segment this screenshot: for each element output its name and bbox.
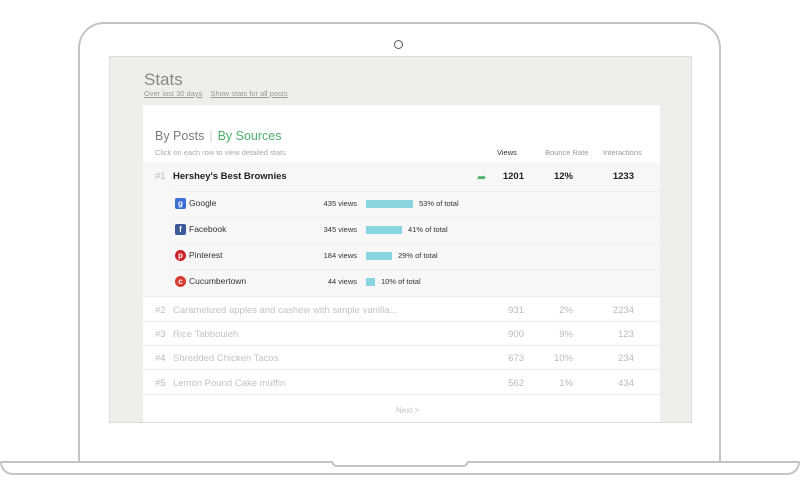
row-bounce: 2% [559,305,573,316]
cucumbertown-icon: c [175,276,186,287]
row-title[interactable]: Lemon Pound Cake muffin [173,378,285,389]
row-bounce: 12% [553,171,573,182]
row-interactions: 2234 [612,305,634,316]
source-row-cucumbertown[interactable]: c Cucumbertown 44 views 10% of total [173,269,660,296]
google-icon: g [175,198,186,209]
source-share-bar [366,278,375,286]
divider [143,394,660,395]
source-share-bar [366,252,392,260]
facebook-icon: f [175,224,186,235]
row-rank: #3 [155,329,166,340]
all-stats-link[interactable]: Show stats for all posts [210,89,287,98]
range-links: Over last 30 days Show stats for all pos… [144,89,294,98]
column-views[interactable]: Views [497,148,517,157]
divider [143,321,660,322]
row-views: 900 [508,329,524,340]
divider [143,345,660,346]
row-interactions: 434 [618,378,634,389]
pinterest-icon: p [175,250,186,261]
row-interactions: 234 [618,353,634,364]
source-views: 184 views [323,251,357,260]
source-percent: 10% of total [381,277,421,286]
row-views: 931 [508,305,524,316]
source-share-bar [366,200,413,208]
row-bounce: 9% [559,329,573,340]
camera-icon [394,40,403,49]
row-title[interactable]: Rice Tabbouleh [173,329,238,340]
row-views: 1201 [502,171,524,182]
page-title: Stats [144,70,183,89]
table-row[interactable]: #5 Lemon Pound Cake muffin 562 1% 434 [143,378,660,402]
table-row[interactable]: #4 Shredded Chicken Tacos 673 10% 234 [143,353,660,377]
source-name: Google [189,198,217,208]
tab-divider: | [209,129,213,143]
row-rank: #1 [155,171,166,182]
source-share-bar [366,226,402,234]
column-bounce-rate[interactable]: Bounce Rate [545,148,588,157]
row-bounce: 1% [559,378,573,389]
tab-by-sources[interactable]: By Sources [218,129,282,143]
row-views: 562 [508,378,524,389]
table-row[interactable]: #3 Rice Tabbouleh 900 9% 123 [143,329,660,353]
view-tabs: By Posts | By Sources [155,129,282,143]
source-views: 44 views [327,277,357,286]
source-name: Cucumbertown [189,276,247,286]
row-rank: #5 [155,378,166,389]
source-percent: 53% of total [419,199,459,208]
stats-screen: Stats Over last 30 days Show stats for a… [109,56,692,423]
stats-panel: By Posts | By Sources Click on each row to… [143,105,660,422]
source-name: Pinterest [189,250,223,260]
expanded-post-row[interactable]: #1 Hershey's Best Brownies ➦ 1201 12% 12… [143,162,660,296]
divider [143,369,660,370]
row-interactions: 1233 [612,171,634,182]
source-views: 435 views [323,199,357,208]
tab-by-posts[interactable]: By Posts [155,129,204,143]
table-row[interactable]: #2 Caramelized apples and cashew with si… [143,305,660,329]
laptop-notch [331,461,469,467]
next-page-link[interactable]: Next > [396,406,419,415]
row-interactions: 123 [618,329,634,340]
column-interactions[interactable]: Interactions [603,148,642,157]
row-title[interactable]: Shredded Chicken Tacos [173,353,278,364]
row-title[interactable]: Caramelized apples and cashew with simpl… [173,305,397,316]
source-percent: 41% of total [408,225,448,234]
row-views: 673 [508,353,524,364]
divider [143,296,660,297]
source-row-facebook[interactable]: f Facebook 345 views 41% of total [173,217,660,244]
source-row-google[interactable]: g Google 435 views 53% of total [173,191,660,218]
source-row-pinterest[interactable]: p Pinterest 184 views 29% of total [173,243,660,270]
row-rank: #4 [155,353,166,364]
row-title[interactable]: Hershey's Best Brownies [173,171,287,182]
range-link[interactable]: Over last 30 days [144,89,202,98]
source-views: 345 views [323,225,357,234]
source-name: Facebook [189,224,227,234]
row-rank: #2 [155,305,166,316]
hint-text: Click on each row to view detailed stats [155,148,286,157]
source-percent: 29% of total [398,251,438,260]
row-bounce: 10% [553,353,573,364]
